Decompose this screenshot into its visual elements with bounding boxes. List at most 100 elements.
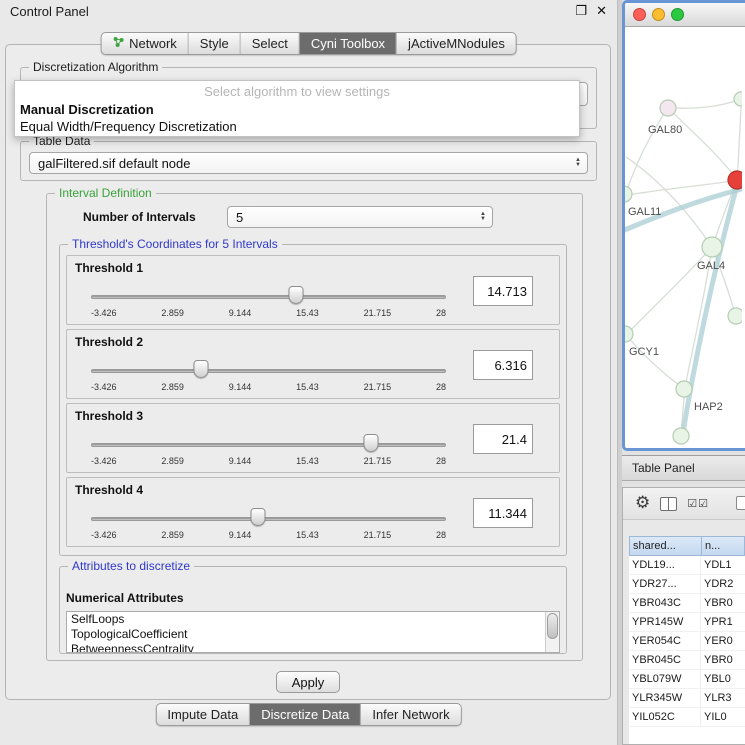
threshold-slider[interactable] [91, 368, 446, 376]
float-window-icon[interactable]: ❐ [575, 3, 587, 19]
tick-label: 9.144 [229, 308, 252, 318]
table-row[interactable]: YDR27...YDR2 [629, 575, 745, 594]
table-panel-header[interactable]: Table Panel [622, 455, 745, 481]
tick-label: -3.426 [91, 530, 117, 540]
table-cell: YBR0 [701, 594, 745, 612]
network-node[interactable] [728, 171, 742, 189]
network-node[interactable] [660, 100, 676, 116]
slider-thumb[interactable] [194, 360, 209, 378]
settings-gear-icon[interactable]: ⚙ [635, 495, 650, 512]
stepper-icon[interactable]: ▲ ▼ [572, 158, 587, 168]
column-header[interactable]: n... [701, 536, 745, 556]
numerical-attributes-list[interactable]: SelfLoopsTopologicalCoefficientBetweenne… [66, 611, 560, 653]
tab-impute-data[interactable]: Impute Data [156, 704, 250, 725]
network-edge [668, 108, 735, 177]
tab-jactivemnodules[interactable]: jActiveMNodules [397, 33, 516, 54]
slider-thumb[interactable] [250, 508, 265, 526]
tab-label: Network [129, 36, 177, 51]
stepper-down-icon: ▼ [575, 163, 581, 168]
algorithm-option[interactable]: Equal Width/Frequency Discretization [15, 118, 579, 135]
table-row[interactable]: YBR043CYBR0 [629, 594, 745, 613]
network-node[interactable] [673, 428, 689, 444]
interval-count-combobox[interactable]: 5 ▲ ▼ [227, 206, 493, 228]
slider-track[interactable] [91, 369, 446, 373]
slider-thumb[interactable] [364, 434, 379, 452]
numerical-attributes-label: Numerical Attributes [66, 591, 184, 605]
minimize-window-button[interactable] [652, 8, 665, 21]
tick-label: 9.144 [229, 382, 252, 392]
table-data-combobox[interactable]: galFiltered.sif default node ▲ ▼ [29, 152, 588, 174]
tick-label: 9.144 [229, 456, 252, 466]
close-window-button[interactable] [633, 8, 646, 21]
table-cell: YPR145W [629, 613, 701, 631]
table-row[interactable]: YLR345WYLR3 [629, 689, 745, 708]
tick-label: 28 [436, 456, 446, 466]
columns-icon[interactable] [660, 497, 677, 511]
zoom-window-button[interactable] [671, 8, 684, 21]
network-view-window: GAL80GAL11GAL4GCY1HAP2 [622, 0, 745, 451]
table-row[interactable]: YIL052CYIL0 [629, 708, 745, 727]
close-window-icon[interactable]: ✕ [596, 3, 607, 19]
table-row[interactable]: YBR045CYBR0 [629, 651, 745, 670]
table-panel-window: ⚙ ☑☑ shared...n... YDL19...YDL1YDR27...Y… [622, 487, 745, 745]
tab-label: Cyni Toolbox [311, 36, 385, 51]
threshold-row: Threshold 1-3.4262.8599.14415.4321.71528… [66, 255, 560, 325]
scrollbar-thumb[interactable] [547, 613, 558, 639]
stepper-down-icon: ▼ [480, 217, 486, 222]
control-panel-window: Control Panel ❐ ✕ Network StyleSelect Cyni… [0, 0, 618, 745]
list-scrollbar[interactable] [545, 612, 559, 652]
column-header[interactable]: shared... [629, 536, 701, 556]
slider-track[interactable] [91, 443, 446, 447]
slider-scale: -3.4262.8599.14415.4321.71528 [91, 308, 446, 318]
node-label: HAP2 [694, 401, 723, 413]
network-node[interactable] [676, 381, 692, 397]
tab-style[interactable]: Style [189, 33, 241, 54]
node-label: GCY1 [629, 346, 659, 358]
network-canvas[interactable]: GAL80GAL11GAL4GCY1HAP2 [625, 27, 742, 448]
tick-label: -3.426 [91, 382, 117, 392]
threshold-value-field[interactable]: 6.316 [473, 350, 533, 380]
group-title: Attributes to discretize [68, 559, 194, 573]
window-title: Control Panel [10, 4, 89, 19]
apply-button[interactable]: Apply [276, 671, 340, 693]
attribute-item[interactable]: BetweennessCentrality [67, 642, 559, 653]
threshold-label: Threshold 4 [75, 483, 143, 497]
table-row[interactable]: YPR145WYPR1 [629, 613, 745, 632]
network-node[interactable] [728, 308, 742, 324]
table-row[interactable]: YDL19...YDL1 [629, 556, 745, 575]
threshold-value-field[interactable]: 21.4 [473, 424, 533, 454]
tab-network[interactable]: Network [101, 33, 189, 54]
slider-thumb[interactable] [288, 286, 303, 304]
threshold-row: Threshold 4-3.4262.8599.14415.4321.71528… [66, 477, 560, 547]
threshold-value-field[interactable]: 11.344 [473, 498, 533, 528]
stepper-icon[interactable]: ▲ ▼ [477, 212, 492, 222]
tab-label: Impute Data [167, 707, 238, 722]
attribute-item[interactable]: TopologicalCoefficient [67, 627, 559, 642]
slider-track[interactable] [91, 517, 446, 521]
select-columns-icon[interactable]: ☑☑ [687, 497, 709, 510]
clipped-toolbar-icon[interactable] [736, 496, 745, 510]
tab-cyni-toolbox[interactable]: Cyni Toolbox [300, 33, 397, 54]
table-row[interactable]: YER054CYER0 [629, 632, 745, 651]
attribute-item[interactable]: SelfLoops [67, 612, 559, 627]
tick-label: 28 [436, 382, 446, 392]
threshold-slider[interactable] [91, 442, 446, 450]
network-node[interactable] [734, 92, 742, 106]
network-node[interactable] [702, 237, 722, 257]
tab-infer-network[interactable]: Infer Network [361, 704, 460, 725]
algorithm-dropdown-popup: Select algorithm to view settings Manual… [14, 80, 580, 137]
slider-track[interactable] [91, 295, 446, 299]
tab-discretize-data[interactable]: Discretize Data [250, 704, 361, 725]
table-row[interactable]: YBL079WYBL0 [629, 670, 745, 689]
threshold-slider[interactable] [91, 294, 446, 302]
threshold-value-field[interactable]: 14.713 [473, 276, 533, 306]
threshold-slider[interactable] [91, 516, 446, 524]
tab-select[interactable]: Select [241, 33, 300, 54]
top-tab-bar: Network StyleSelect Cyni Toolbox jActiveMNo… [100, 32, 517, 55]
network-node[interactable] [625, 186, 632, 202]
combo-value: 5 [236, 210, 243, 225]
network-edge [737, 107, 741, 180]
tick-label: 28 [436, 530, 446, 540]
tab-label: Discretize Data [261, 707, 349, 722]
algorithm-option[interactable]: Manual Discretization [15, 101, 579, 118]
